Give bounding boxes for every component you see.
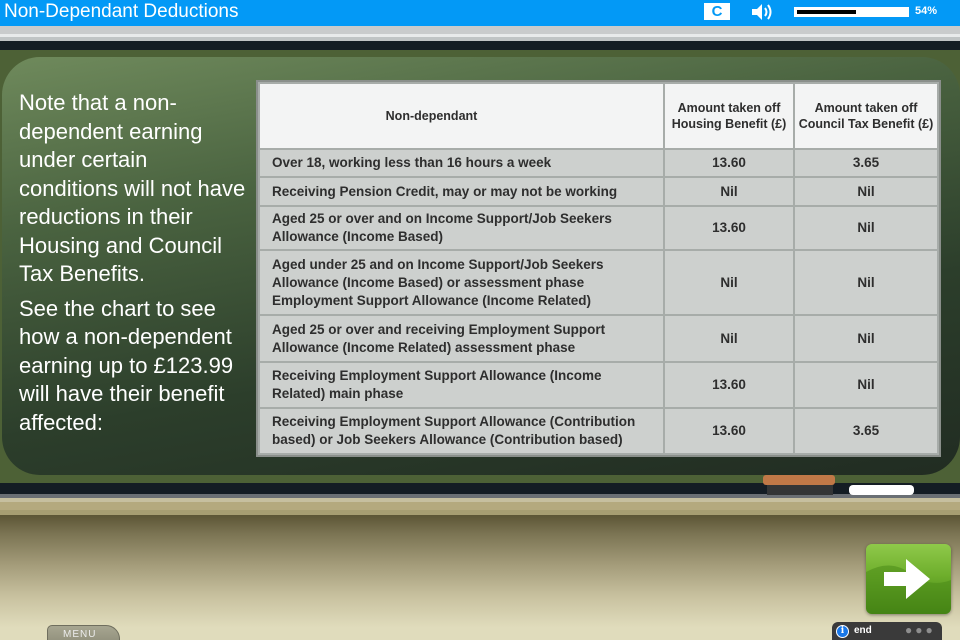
notes-paragraph: See the chart to see how a non-dependent… [19,295,234,435]
housing-benefit-amount: 13.60 [663,407,795,455]
table-row: Receiving Pension Credit, may or may not… [258,176,939,207]
page-title: Non-Dependant Deductions [4,1,239,22]
housing-benefit-amount: 13.60 [663,148,795,178]
progress-bar [794,7,909,17]
council-tax-benefit-amount: 3.65 [793,407,939,455]
council-tax-benefit-amount: Nil [793,314,939,363]
housing-benefit-amount: Nil [663,314,795,363]
end-label: end [854,625,872,636]
table-row: Receiving Employment Support Allowance (… [258,407,939,455]
row-description: Receiving Employment Support Allowance (… [258,407,665,455]
table-row: Aged 25 or over and on Income Support/Jo… [258,205,939,251]
table-row: Aged 25 or over and receiving Employment… [258,314,939,363]
chalk-icon [849,485,914,495]
speaker-icon [752,4,772,20]
housing-benefit-amount: Nil [663,249,795,316]
frame-strip [0,41,960,50]
background-floor [0,515,960,640]
council-tax-benefit-amount: Nil [793,249,939,316]
row-description: Aged under 25 and on Income Support/Job … [258,249,665,316]
table-row: Over 18, working less than 16 hours a we… [258,148,939,178]
deductions-table: Non-dependant Amount taken off Housing B… [256,80,941,457]
row-description: Aged 25 or over and receiving Employment… [258,314,665,363]
menu-button[interactable]: MENU [47,625,120,640]
notes-paragraph: Note that a non-dependent earning under … [19,90,246,286]
reload-icon: C [711,3,723,20]
top-bar: Non-Dependant Deductions C 54% [0,0,960,26]
column-header-council-tax-benefit: Amount taken off Council Tax Benefit (£) [793,82,939,150]
council-tax-benefit-amount: Nil [793,361,939,409]
table-header-row: Non-dependant Amount taken off Housing B… [258,82,939,150]
info-icon[interactable]: i [836,625,849,638]
housing-benefit-amount: 13.60 [663,205,795,251]
column-header-housing-benefit: Amount taken off Housing Benefit (£) [663,82,795,150]
more-dots-icon[interactable]: ●●● [905,623,936,637]
end-bar[interactable]: i end ●●● [832,622,942,640]
row-description: Receiving Employment Support Allowance (… [258,361,665,409]
housing-benefit-amount: Nil [663,176,795,207]
column-header-non-dependant: Non-dependant [258,82,665,150]
notes-text: Note that a non-dependent earning under … [19,89,251,443]
eraser-icon [763,475,835,485]
next-button[interactable] [866,544,951,614]
row-description: Receiving Pension Credit, may or may not… [258,176,665,207]
audio-button[interactable] [750,1,776,23]
council-tax-benefit-amount: Nil [793,205,939,251]
table-row: Aged under 25 and on Income Support/Job … [258,249,939,316]
arrow-right-icon [866,559,951,614]
council-tax-benefit-amount: 3.65 [793,148,939,178]
row-description: Aged 25 or over and on Income Support/Jo… [258,205,665,251]
frame-strip [0,26,960,34]
progress-label: 54% [915,5,938,17]
council-tax-benefit-amount: Nil [793,176,939,207]
housing-benefit-amount: 13.60 [663,361,795,409]
reload-button[interactable]: C [704,3,730,20]
progress-fill [797,10,856,14]
table-row: Receiving Employment Support Allowance (… [258,361,939,409]
eraser-base [767,485,833,495]
row-description: Over 18, working less than 16 hours a we… [258,148,665,178]
